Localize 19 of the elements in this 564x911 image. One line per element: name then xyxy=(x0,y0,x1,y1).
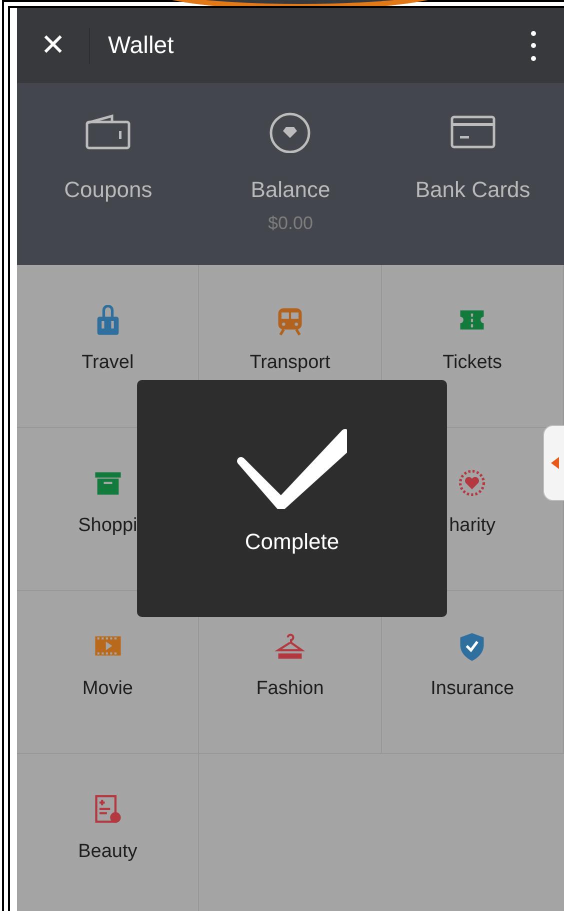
toast-message: Complete xyxy=(244,528,340,556)
left-arrow-icon xyxy=(551,457,559,469)
service-label[interactable]: Travel xyxy=(82,352,134,374)
balance-amount: $0.00 xyxy=(268,212,314,235)
service-label[interactable]: harity xyxy=(449,515,496,537)
summary-label[interactable]: Balance xyxy=(250,173,330,206)
window-title: Wallet xyxy=(108,30,174,60)
service-label[interactable]: Movie xyxy=(82,678,133,700)
side-handle[interactable] xyxy=(543,425,564,501)
summary-label[interactable]: Coupons xyxy=(64,173,152,206)
service-label[interactable]: Fashion xyxy=(256,678,324,700)
service-label[interactable]: Transport xyxy=(250,352,330,374)
service-label[interactable]: Beauty xyxy=(78,841,138,863)
summary-label[interactable]: Bank Cards xyxy=(415,173,530,206)
service-label[interactable]: Tickets xyxy=(442,352,502,374)
close-button[interactable]: ✕ xyxy=(17,8,89,83)
service-label[interactable]: Shoppi xyxy=(78,515,138,537)
service-label[interactable]: Insurance xyxy=(430,678,514,700)
checkmark-icon xyxy=(237,427,347,509)
